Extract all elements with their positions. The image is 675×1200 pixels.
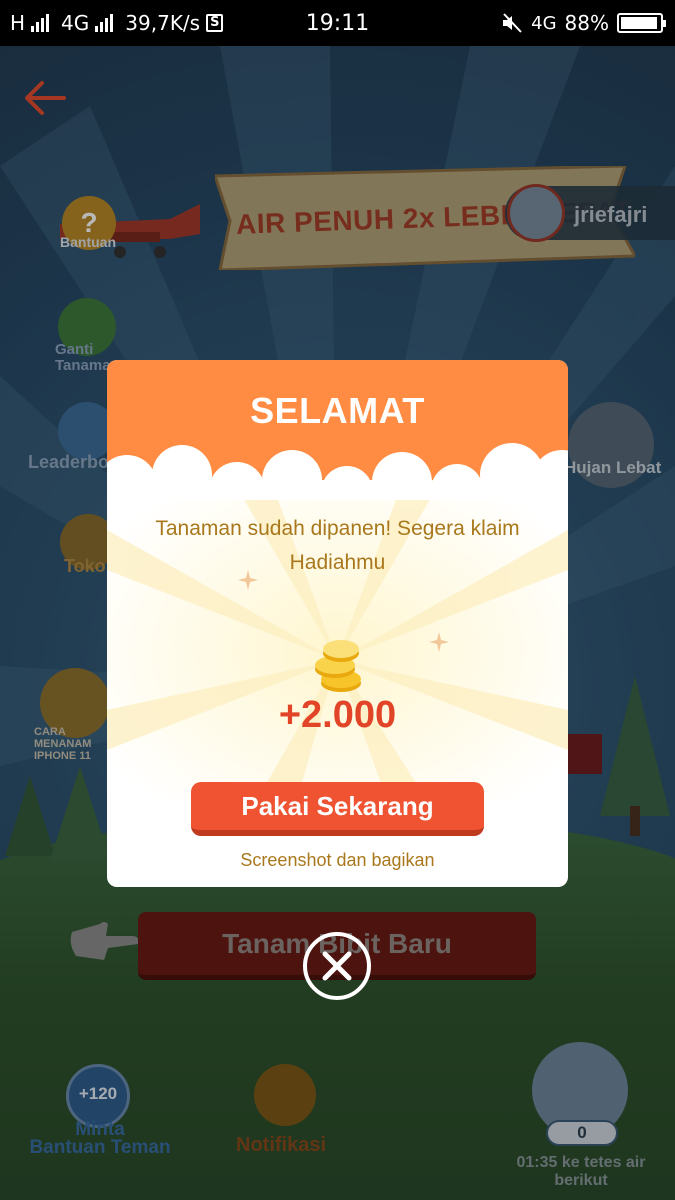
battery-icon: [617, 13, 666, 33]
status-bar: H 4G 39,7K/s S 19:11 4G 88%: [0, 0, 675, 46]
mute-icon: [503, 13, 522, 33]
network-type-right: 4G: [531, 12, 557, 34]
sparkle-icon: [238, 570, 258, 590]
dialog-title: SELAMAT: [250, 390, 425, 431]
reward-amount: +2.000: [278, 694, 397, 736]
share-screenshot-link[interactable]: Screenshot dan bagikan: [107, 850, 568, 871]
reward-dialog: SELAMAT Tanaman sudah dipanen! Segera kl…: [107, 360, 568, 887]
dialog-message: Tanaman sudah dipanen! Segera klaim Hadi…: [155, 517, 520, 574]
battery-percent: 88%: [564, 11, 609, 35]
use-now-button[interactable]: Pakai Sekarang: [191, 782, 484, 836]
coins-icon: [315, 640, 361, 692]
cloud-divider: [107, 443, 568, 500]
close-icon[interactable]: [303, 932, 371, 1000]
sparkle-icon-2: [429, 632, 449, 652]
